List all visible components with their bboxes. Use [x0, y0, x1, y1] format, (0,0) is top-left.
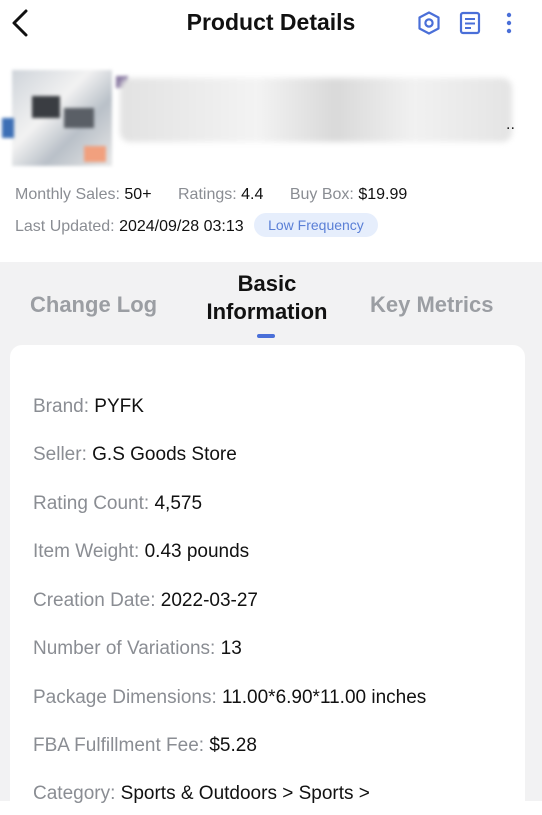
detail-label: FBA Fulfillment Fee: [33, 735, 205, 756]
detail-label: Package Dimensions: [33, 687, 217, 708]
ratings-value: 4.4 [241, 186, 264, 203]
detail-seller: Seller: G.S Goods Store [33, 444, 237, 466]
detail-value: PYFK [94, 396, 144, 417]
last-updated-value: 2024/09/28 03:13 [119, 218, 244, 236]
buy-box-label: Buy Box: [289, 186, 354, 203]
detail-value: $5.28 [209, 735, 257, 756]
tab-change-log[interactable]: Change Log [30, 292, 157, 318]
detail-number-of-variations: Number of Variations: 13 [33, 638, 242, 660]
detail-category: Category: Sports & Outdoors > Sports > [33, 783, 370, 805]
notes-icon[interactable] [455, 8, 485, 38]
detail-value: 0.43 pounds [144, 541, 250, 562]
tab-basic-line2: Information [206, 299, 328, 324]
frequency-badge: Low Frequency [254, 213, 378, 237]
detail-package-dimensions: Package Dimensions: 11.00*6.90*11.00 inc… [33, 687, 426, 709]
detail-value: G.S Goods Store [92, 444, 237, 465]
ratings: Ratings: 4.4 [178, 186, 268, 203]
monthly-sales-value: 50+ [124, 186, 152, 203]
detail-value: 2022-03-27 [160, 590, 258, 611]
detail-label: Creation Date: [33, 590, 156, 611]
detail-item-weight: Item Weight: 0.43 pounds [33, 541, 249, 563]
tab-key-metrics[interactable]: Key Metrics [370, 292, 494, 318]
more-vertical-icon[interactable] [494, 8, 524, 38]
detail-value: 13 [220, 638, 242, 659]
settings-icon[interactable] [414, 8, 444, 38]
detail-value: 11.00*6.90*11.00 inches [222, 687, 427, 708]
detail-label: Brand: [33, 396, 89, 417]
ratings-label: Ratings: [177, 186, 237, 203]
detail-rating-count: Rating Count: 4,575 [33, 493, 202, 515]
last-updated-label: Last Updated: [15, 218, 115, 236]
tab-basic-line1: Basic [237, 271, 297, 296]
buy-box: Buy Box: $19.99 [290, 186, 407, 203]
monthly-sales: Monthly Sales: 50+ [15, 186, 156, 203]
detail-creation-date: Creation Date: 2022-03-27 [33, 590, 258, 612]
detail-fba-fee: FBA Fulfillment Fee: $5.28 [33, 735, 257, 757]
app-header: Product Details [0, 0, 542, 46]
buy-box-value: $19.99 [358, 186, 408, 203]
active-tab-indicator [257, 334, 275, 338]
sales-ratings-row: Monthly Sales: 50+ Ratings: 4.4 Buy Box:… [15, 186, 429, 204]
tab-basic-information[interactable]: Basic Information [192, 270, 342, 326]
product-title-redacted [120, 78, 512, 142]
detail-label: Rating Count: [33, 493, 150, 514]
detail-label: Item Weight: [33, 541, 140, 562]
detail-label: Seller: [33, 444, 87, 465]
last-updated-row: Last Updated: 2024/09/28 03:13 Low Frequ… [15, 213, 378, 239]
product-image [2, 70, 128, 166]
detail-label: Number of Variations: [33, 638, 216, 659]
detail-brand: Brand: PYFK [33, 396, 144, 418]
title-ellipsis: .. [506, 116, 515, 133]
monthly-sales-label: Monthly Sales: [15, 186, 120, 203]
detail-value: 4,575 [154, 493, 203, 514]
